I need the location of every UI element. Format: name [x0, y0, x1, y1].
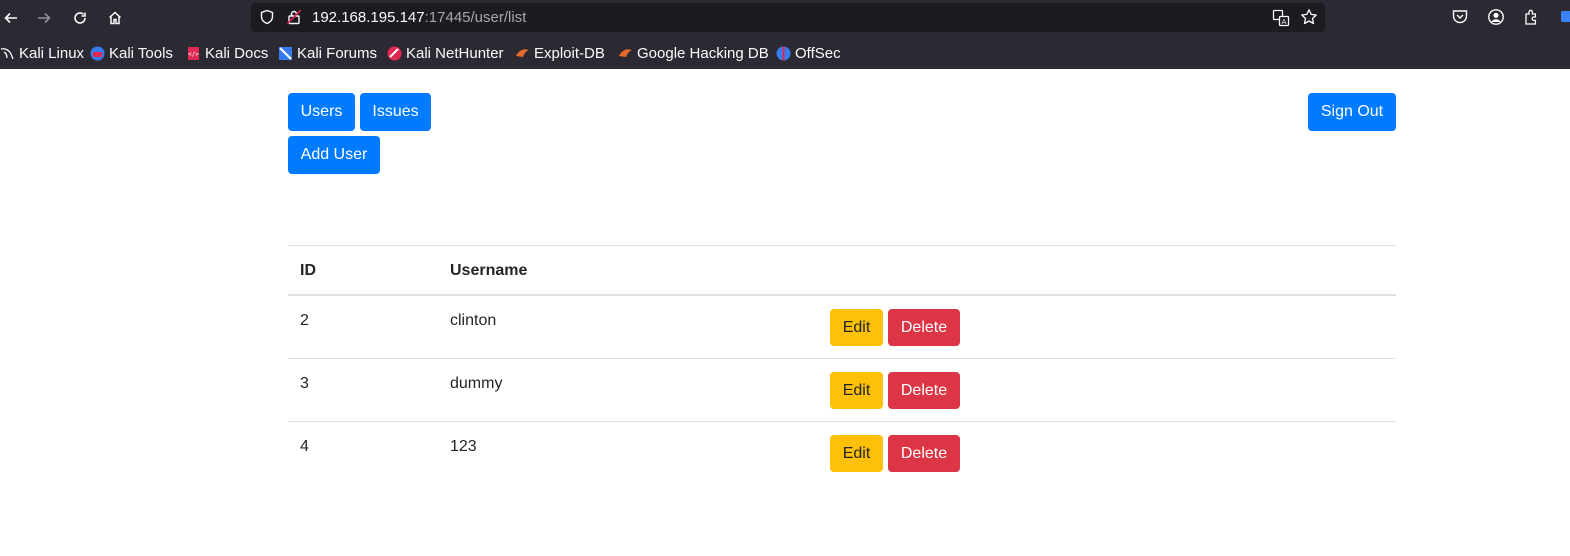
bookmarks-toolbar: Kali Linux Kali Tools </> Kali Docs Kali… [0, 36, 1570, 69]
cell-username: 123 [450, 438, 477, 455]
bookmark-kali-forums[interactable]: Kali Forums [278, 44, 377, 62]
translate-icon[interactable]: A [1272, 9, 1290, 27]
back-icon[interactable] [0, 7, 22, 29]
reload-icon[interactable] [69, 7, 91, 29]
bookmark-label: Kali Linux [19, 44, 85, 62]
edit-button[interactable]: Edit [830, 372, 883, 409]
ghdb-icon [618, 46, 633, 61]
bookmark-kali-nethunter[interactable]: Kali NetHunter [387, 44, 504, 62]
shield-icon[interactable] [259, 9, 275, 25]
forward-icon[interactable] [33, 7, 55, 29]
delete-button[interactable]: Delete [888, 372, 960, 409]
lock-icon[interactable] [286, 9, 302, 25]
cell-username: clinton [450, 312, 497, 329]
add-user-button[interactable]: Add User [288, 136, 380, 174]
header-id: ID [300, 262, 316, 279]
bookmark-exploit-db[interactable]: Exploit-DB [515, 44, 605, 62]
table-header-border [288, 294, 1396, 296]
cell-id: 3 [300, 375, 309, 392]
url-bar[interactable]: 192.168.195.147:17445/user/list A [251, 3, 1325, 32]
bookmark-label: Kali Docs [205, 44, 269, 62]
kali-nethunter-icon [387, 46, 402, 61]
bookmark-kali-docs[interactable]: </> Kali Docs [186, 44, 268, 62]
extensions-icon[interactable] [1523, 8, 1541, 26]
cell-id: 2 [300, 312, 309, 329]
home-icon[interactable] [104, 7, 126, 29]
star-icon[interactable] [1300, 8, 1318, 26]
cell-id: 4 [300, 438, 309, 455]
delete-button[interactable]: Delete [888, 309, 960, 346]
bookmark-kali-linux[interactable]: Kali Linux [0, 44, 84, 62]
edit-button[interactable]: Edit [830, 435, 883, 472]
account-icon[interactable] [1487, 8, 1505, 26]
users-button[interactable]: Users [288, 93, 355, 131]
bookmark-label: Exploit-DB [534, 44, 605, 62]
pocket-icon[interactable] [1451, 8, 1469, 26]
offsec-icon [776, 46, 791, 61]
browser-chrome: 192.168.195.147:17445/user/list A Kali L… [0, 0, 1570, 69]
bookmark-label: Google Hacking DB [637, 44, 769, 62]
bookmark-label: OffSec [795, 44, 841, 62]
svg-text:A: A [1282, 18, 1287, 26]
sign-out-button[interactable]: Sign Out [1308, 93, 1396, 131]
bookmark-label: Kali Tools [109, 44, 173, 62]
url-text[interactable]: 192.168.195.147:17445/user/list [312, 9, 526, 26]
kali-forums-icon [278, 46, 293, 61]
issues-button[interactable]: Issues [360, 93, 431, 131]
table-top-border [288, 245, 1396, 246]
url-path: :17445/user/list [424, 9, 527, 26]
svg-text:</>: </> [188, 51, 199, 58]
cell-username: dummy [450, 375, 503, 392]
row-divider [288, 358, 1396, 359]
header-username: Username [450, 262, 528, 279]
kali-dragon-icon [0, 46, 15, 61]
exploit-db-icon [515, 46, 530, 61]
delete-button[interactable]: Delete [888, 435, 960, 472]
row-divider [288, 421, 1396, 422]
bookmark-label: Kali Forums [297, 44, 378, 62]
bookmark-kali-tools[interactable]: Kali Tools [90, 44, 173, 62]
kali-tools-icon [90, 46, 105, 61]
edit-button[interactable]: Edit [830, 309, 883, 346]
bookmark-offsec[interactable]: OffSec [776, 44, 841, 62]
extension-badge-icon[interactable] [1561, 11, 1570, 22]
browser-toolbar: 192.168.195.147:17445/user/list A [0, 0, 1570, 36]
url-host: 192.168.195.147 [312, 9, 425, 26]
kali-docs-icon: </> [186, 46, 201, 61]
bookmark-label: Kali NetHunter [406, 44, 504, 62]
bookmark-google-hacking-db[interactable]: Google Hacking DB [618, 44, 769, 62]
